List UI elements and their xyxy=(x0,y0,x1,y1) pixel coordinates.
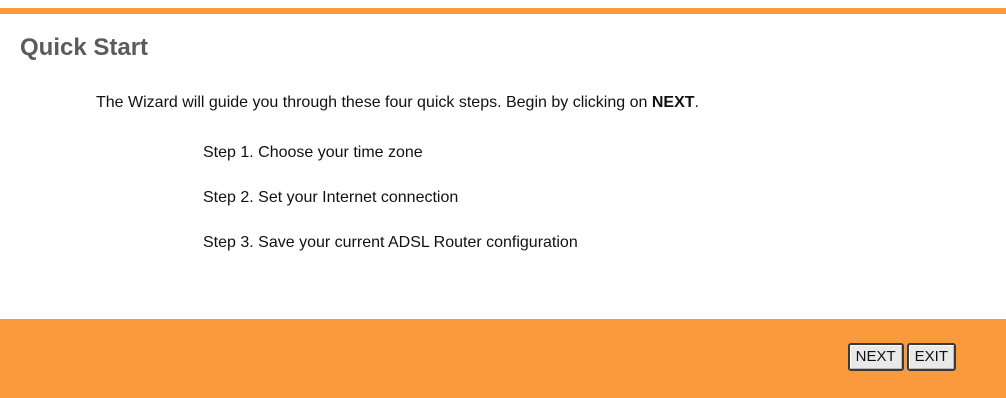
quick-start-page: Quick Start The Wizard will guide you th… xyxy=(0,0,1006,398)
bottom-action-bar: NEXT EXIT xyxy=(0,319,1006,398)
exit-button[interactable]: EXIT xyxy=(906,343,956,371)
top-accent-bar xyxy=(0,0,1006,14)
page-title: Quick Start xyxy=(20,34,149,61)
intro-text-emphasis: NEXT xyxy=(651,94,695,111)
next-button[interactable]: NEXT xyxy=(847,343,904,371)
step-item: Step 1. Choose your time zone xyxy=(203,144,423,161)
intro-text-body: The Wizard will guide you through these … xyxy=(96,94,652,111)
intro-text-end: . xyxy=(694,94,699,111)
intro-text: The Wizard will guide you through these … xyxy=(96,92,699,114)
step-item: Step 3. Save your current ADSL Router co… xyxy=(203,234,578,251)
steps-list: Step 1. Choose your time zone Step 2. Se… xyxy=(203,142,578,277)
wizard-button-group: NEXT EXIT xyxy=(847,343,956,371)
step-item: Step 2. Set your Internet connection xyxy=(203,189,459,206)
